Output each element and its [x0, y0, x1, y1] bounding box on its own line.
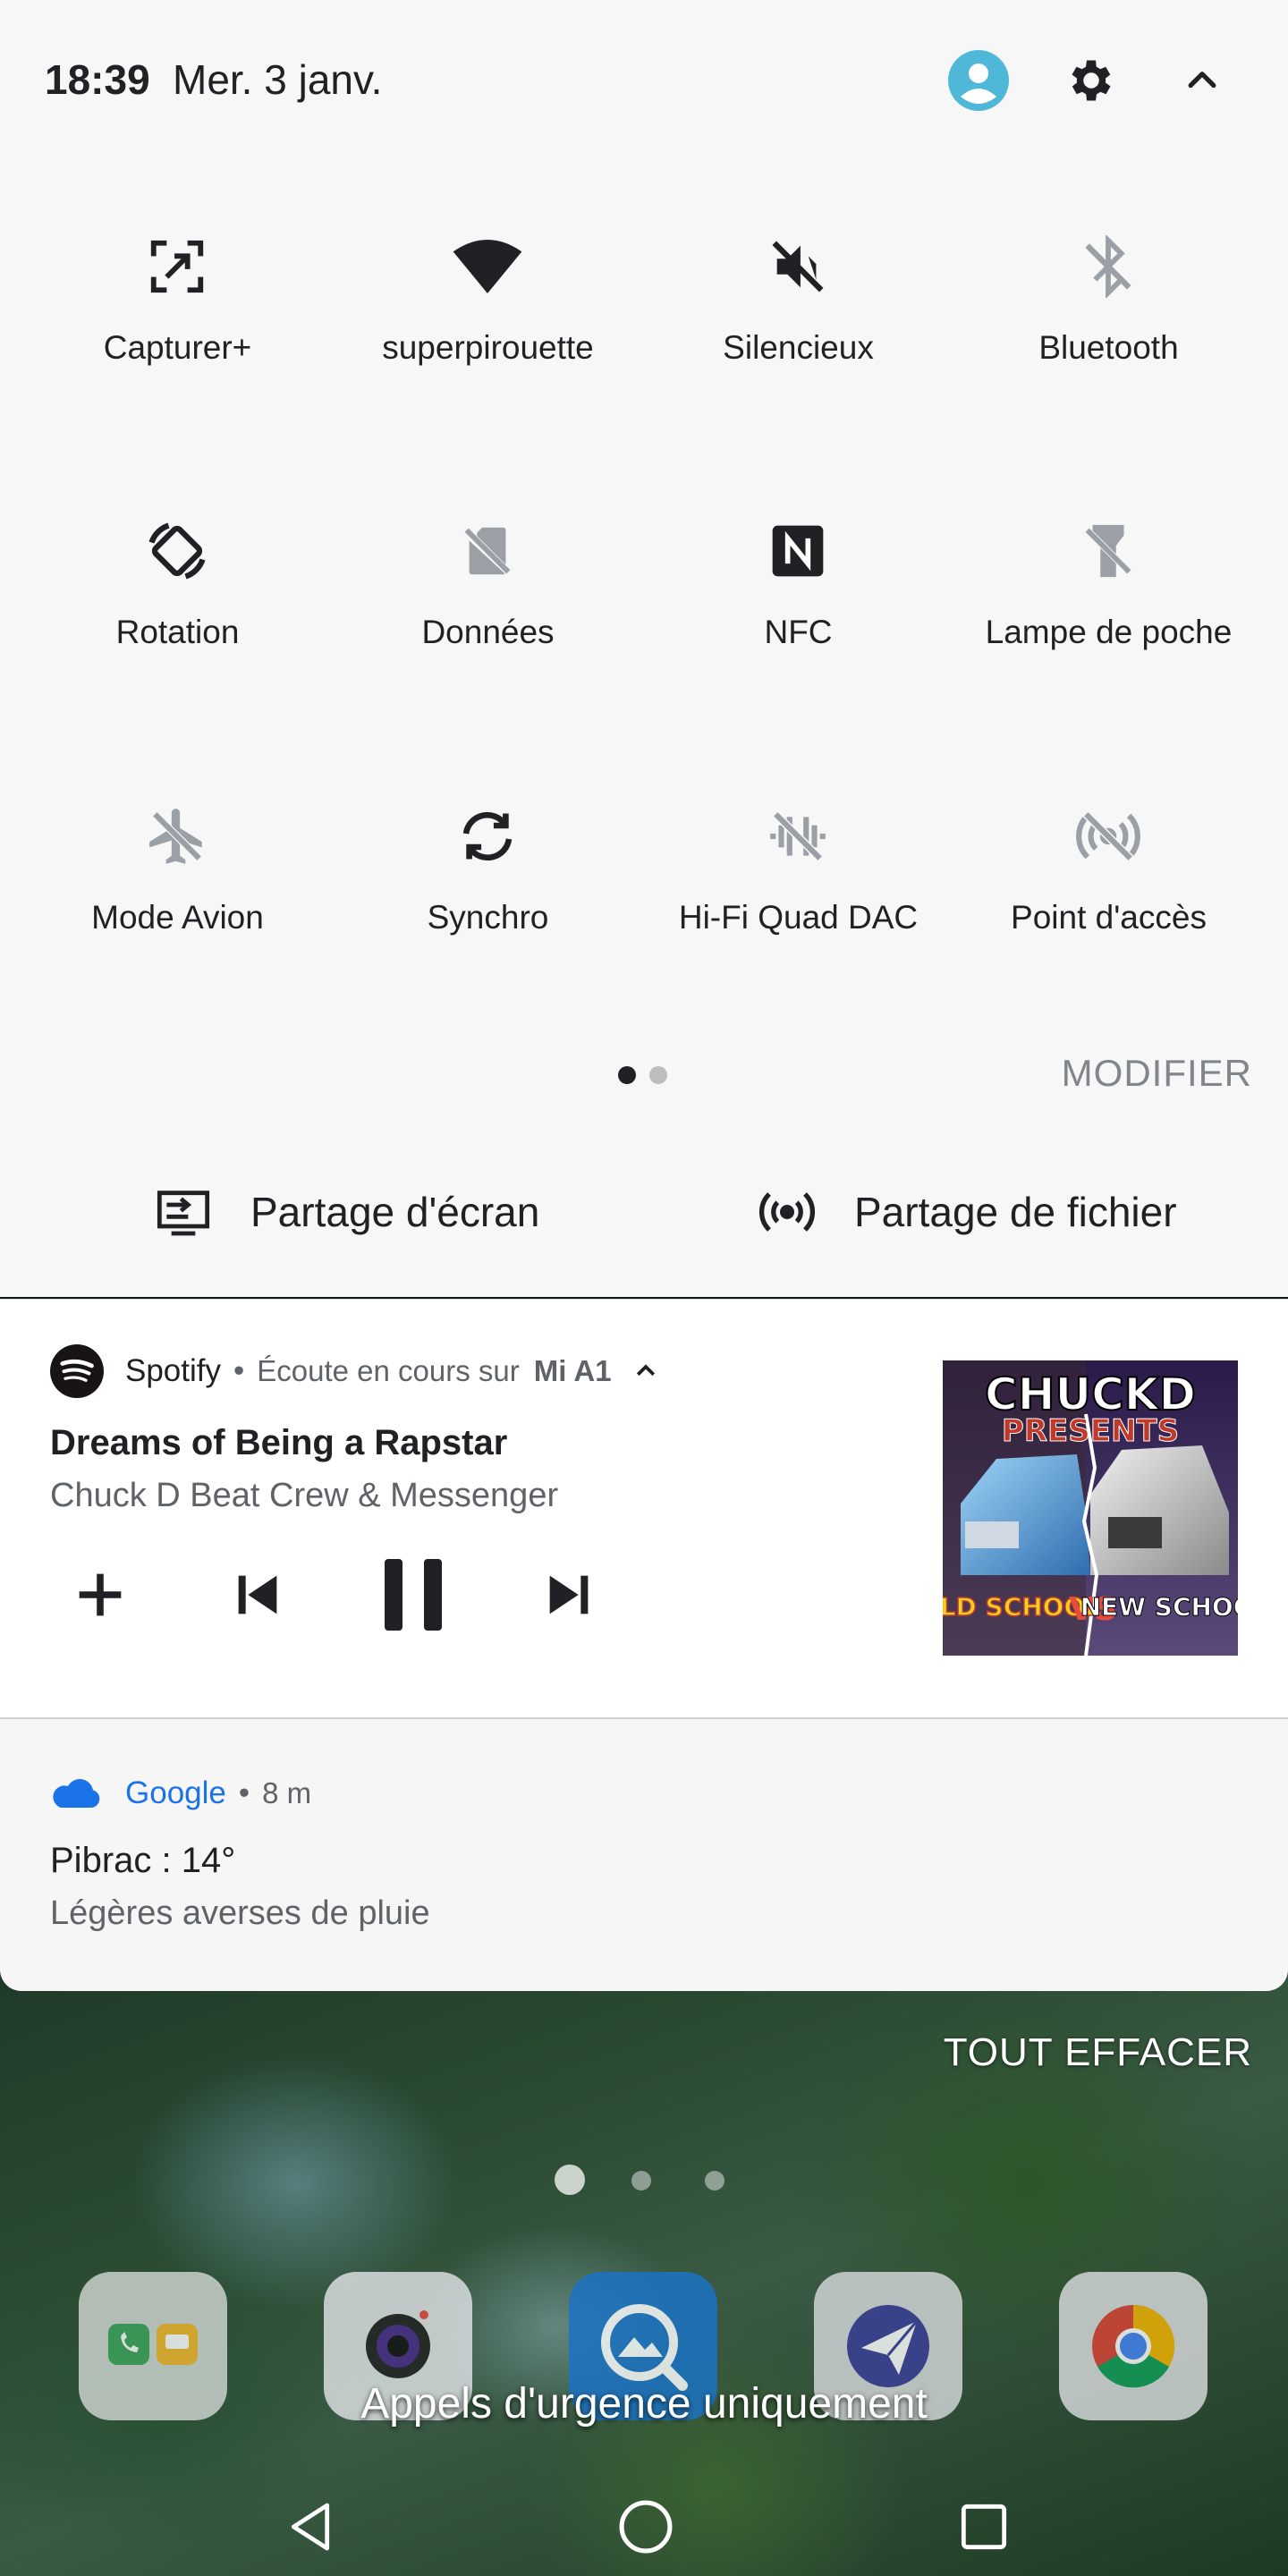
album-art-new-school: NEW SCHOOL [1080, 1592, 1238, 1622]
user-account-icon[interactable] [943, 45, 1014, 116]
tile-nfc[interactable]: NFC [643, 515, 953, 712]
tile-label: superpirouette [382, 329, 594, 366]
tile-label: Silencieux [723, 329, 874, 366]
hifi-dac-off-icon [762, 801, 834, 872]
weather-title: Pibrac : 14° [50, 1841, 236, 1880]
back-button[interactable] [270, 2487, 351, 2567]
home-circle-icon [619, 2500, 673, 2554]
cast-screen-icon [152, 1181, 215, 1243]
previous-track-button[interactable] [213, 1550, 302, 1640]
google-weather-notification[interactable]: Google • 8 m Pibrac : 14° Légères averse… [0, 1717, 1288, 1991]
home-page-dot [705, 2171, 724, 2190]
quick-settings-panel: 18:39 Mer. 3 janv. Capturer+ superpiroue… [0, 0, 1288, 1297]
sync-icon [452, 801, 523, 872]
emergency-calls-only-text: Appels d'urgence uniquement [360, 2380, 928, 2428]
home-page-indicator [555, 2165, 733, 2200]
auto-rotate-icon [141, 515, 213, 587]
tile-label: Rotation [115, 614, 240, 650]
screen-share-button[interactable]: Partage d'écran [152, 1163, 539, 1261]
skip-next-icon [549, 1575, 589, 1614]
spotify-media-notification[interactable]: Spotify • Écoute en cours sur Mi A1 Drea… [0, 1299, 1288, 1717]
tile-hifi-dac[interactable]: Hi-Fi Quad DAC [643, 801, 953, 997]
tile-label: Données [421, 614, 555, 650]
chevron-up-icon[interactable] [1166, 45, 1238, 116]
nfc-icon [762, 515, 834, 587]
add-to-library-button[interactable] [55, 1550, 145, 1640]
cast-device-name: Mi A1 [533, 1354, 612, 1387]
bluetooth-off-icon [1072, 231, 1144, 302]
app-name: Google [125, 1775, 226, 1810]
clear-all-button[interactable]: TOUT EFFACER [944, 2030, 1252, 2075]
pause-icon [385, 1559, 442, 1631]
tile-label: Mode Avion [91, 899, 264, 936]
file-share-button[interactable]: Partage de fichier [756, 1163, 1177, 1261]
back-triangle-icon [291, 2503, 330, 2551]
recents-button[interactable] [944, 2487, 1024, 2567]
chevron-up-icon[interactable] [628, 1353, 664, 1389]
status-row: 18:39 Mer. 3 janv. [0, 0, 1288, 161]
tile-airplane[interactable]: Mode Avion [22, 801, 333, 997]
tile-wifi[interactable]: superpirouette [333, 231, 643, 428]
tile-label: Bluetooth [1038, 329, 1179, 366]
tile-label: Hi-Fi Quad DAC [678, 899, 919, 936]
hotspot-off-icon [1072, 801, 1144, 872]
modify-button[interactable]: MODIFIER [1020, 1052, 1252, 1102]
navigation-bar [0, 2469, 1288, 2576]
track-title: Dreams of Being a Rapstar [50, 1423, 508, 1462]
screenshot-capture-icon [141, 231, 213, 302]
page-dot-active [618, 1066, 636, 1084]
skip-previous-icon [238, 1575, 277, 1614]
file-share-broadcast-icon [756, 1181, 818, 1243]
page-dot [649, 1066, 667, 1084]
tile-label: Capturer+ [103, 329, 252, 366]
mobile-data-off-icon [452, 515, 523, 587]
tile-silent[interactable]: Silencieux [643, 231, 953, 428]
notification-header: Google • 8 m [50, 1771, 311, 1816]
tile-label: Lampe de poche [985, 614, 1233, 650]
tile-label: Point d'accès [1011, 899, 1207, 936]
notification-time: 8 m [262, 1776, 312, 1809]
settings-gear-icon[interactable] [1055, 45, 1127, 116]
cloud-icon [53, 1779, 100, 1808]
screen-share-label: Partage d'écran [250, 1189, 540, 1235]
tile-label: Synchro [427, 899, 549, 936]
plus-icon [79, 1573, 122, 1616]
pause-button[interactable] [369, 1550, 458, 1640]
app-name: Spotify [125, 1353, 221, 1388]
separator: • [238, 1775, 250, 1810]
wifi-icon [452, 231, 523, 302]
tile-sync[interactable]: Synchro [333, 801, 643, 997]
album-art: CHUCKD PRESENTS OLD SCHOOL VS NEW SCHOOL [943, 1360, 1238, 1656]
date: Mer. 3 janv. [173, 56, 383, 103]
phone-messages-icon [108, 2324, 198, 2365]
recents-square-icon [961, 2504, 1007, 2550]
tile-mobile-data[interactable]: Données [333, 515, 643, 712]
airplane-off-icon [141, 801, 213, 872]
next-track-button[interactable] [524, 1550, 614, 1640]
casting-text: Écoute en cours sur [257, 1354, 520, 1387]
tile-flashlight[interactable]: Lampe de poche [953, 515, 1264, 712]
home-page-dot [631, 2171, 651, 2190]
volume-mute-icon [762, 231, 834, 302]
weather-description: Légères averses de pluie [50, 1894, 430, 1932]
tile-label: NFC [764, 614, 833, 650]
flashlight-off-icon [1072, 515, 1144, 587]
track-artist: Chuck D Beat Crew & Messenger [50, 1477, 559, 1514]
clock: 18:39 [45, 56, 150, 103]
home-button[interactable] [606, 2487, 686, 2567]
file-share-label: Partage de fichier [854, 1189, 1177, 1235]
home-page-dot-active [555, 2165, 585, 2195]
qs-page-indicator [615, 1064, 678, 1086]
tile-hotspot[interactable]: Point d'accès [953, 801, 1264, 997]
tile-bluetooth[interactable]: Bluetooth [953, 231, 1264, 428]
notification-header: Spotify • Écoute en cours sur Mi A1 [50, 1344, 664, 1398]
tile-capture[interactable]: Capturer+ [22, 231, 333, 428]
tile-rotation[interactable]: Rotation [22, 515, 333, 712]
spotify-icon [50, 1344, 104, 1398]
separator: • [233, 1353, 245, 1388]
album-art-subtitle: PRESENTS [1002, 1413, 1179, 1449]
